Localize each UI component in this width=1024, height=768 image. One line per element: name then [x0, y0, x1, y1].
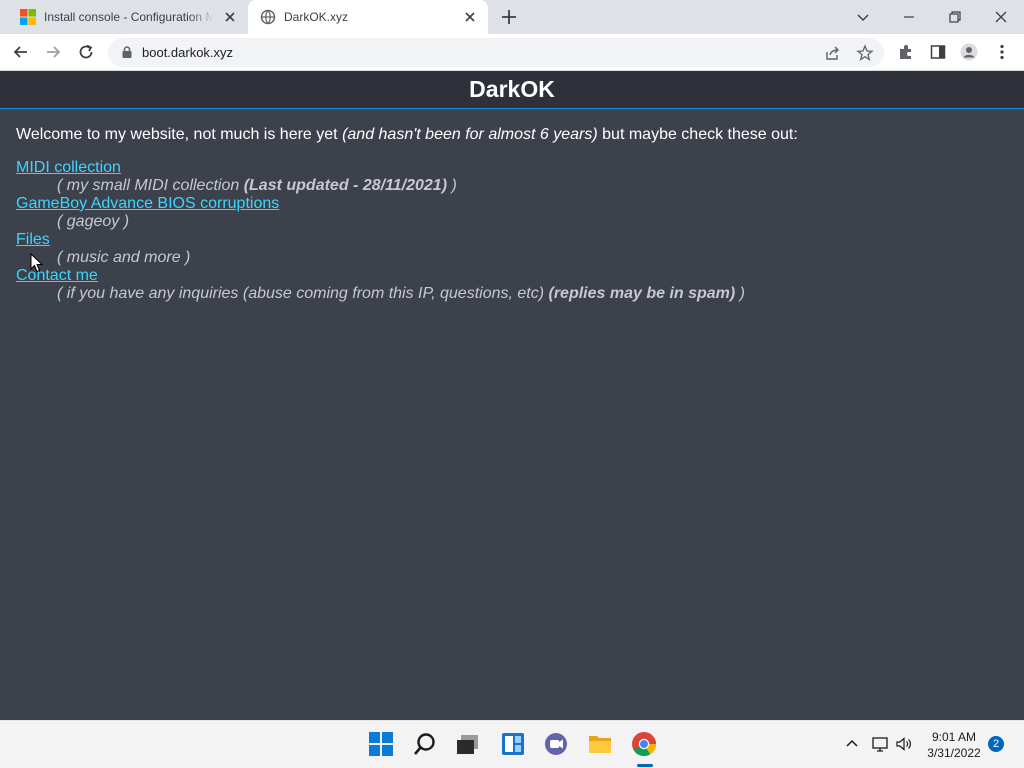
desc-bold: (Last updated - 28/11/2021): [243, 177, 448, 194]
tab-title: Install console - Configuration M: [44, 10, 214, 24]
file-explorer-icon[interactable]: [587, 731, 613, 757]
mouse-cursor-icon: [30, 253, 44, 273]
menu-kebab-icon[interactable]: [993, 43, 1011, 61]
link-description: ( my small MIDI collection (Last updated…: [57, 177, 457, 195]
desc-text: ( gageoy ): [57, 213, 130, 230]
web-page: DarkOK Welcome to my website, not much i…: [0, 71, 1024, 720]
notification-badge[interactable]: 2: [988, 736, 1004, 752]
star-icon[interactable]: [856, 44, 874, 62]
new-tab-icon[interactable]: [500, 8, 518, 26]
link-description: ( music and more ): [57, 249, 190, 267]
intro-before: Welcome to my website, not much is here …: [16, 126, 343, 143]
tab-search-chevron-icon[interactable]: [854, 8, 872, 26]
files-link[interactable]: Files: [16, 231, 50, 249]
desc-text: ): [735, 285, 746, 302]
volume-icon[interactable]: [895, 735, 913, 753]
taskbar: 9:01 AM 3/31/2022: [0, 720, 1024, 768]
forward-icon[interactable]: [44, 43, 62, 61]
share-icon[interactable]: [824, 44, 842, 62]
active-app-indicator: [637, 764, 653, 767]
profile-avatar-icon[interactable]: [960, 43, 978, 61]
address-bar[interactable]: boot.darkok.xyz: [108, 38, 884, 67]
address-text: boot.darkok.xyz: [142, 45, 234, 60]
search-icon[interactable]: [412, 731, 438, 757]
tab-darkok[interactable]: DarkOK.xyz: [248, 0, 488, 34]
side-panel-icon[interactable]: [929, 43, 947, 61]
lock-icon[interactable]: [120, 45, 134, 59]
intro-italic: (and hasn't been for almost 6 years): [342, 126, 598, 143]
back-icon[interactable]: [12, 43, 30, 61]
clock-date: 3/31/2022: [927, 746, 981, 760]
close-icon[interactable]: [462, 9, 478, 25]
start-icon[interactable]: [368, 731, 394, 757]
close-icon[interactable]: [222, 9, 238, 25]
desc-text: ( my small MIDI collection: [57, 177, 244, 194]
reload-icon[interactable]: [77, 43, 95, 61]
midi-collection-link[interactable]: MIDI collection: [16, 159, 121, 177]
link-description: ( gageoy ): [57, 213, 129, 231]
widgets-icon[interactable]: [500, 731, 526, 757]
chrome-icon[interactable]: [631, 731, 657, 757]
site-title: DarkOK: [469, 76, 555, 102]
site-header: DarkOK: [0, 71, 1024, 109]
tab-install-console[interactable]: Install console - Configuration M: [8, 0, 248, 34]
intro-after: but maybe check these out:: [597, 126, 798, 143]
tab-title: DarkOK.xyz: [284, 10, 349, 24]
desc-text: ): [447, 177, 457, 194]
clock-time: 9:01 AM: [931, 730, 977, 744]
desc-text: ( if you have any inquiries (abuse comin…: [57, 285, 549, 302]
microsoft-logo-icon: [20, 9, 36, 25]
globe-icon: [260, 9, 276, 25]
network-icon[interactable]: [871, 735, 889, 753]
browser-toolbar: boot.darkok.xyz: [0, 34, 1024, 71]
chevron-up-icon[interactable]: [843, 735, 861, 753]
link-description: ( if you have any inquiries (abuse comin…: [57, 285, 745, 303]
chat-icon[interactable]: [543, 731, 569, 757]
extensions-icon[interactable]: [897, 43, 915, 61]
task-view-icon[interactable]: [455, 731, 481, 757]
restore-icon[interactable]: [946, 8, 964, 26]
desc-text: ( music and more ): [57, 249, 191, 266]
gba-bios-corruptions-link[interactable]: GameBoy Advance BIOS corruptions: [16, 195, 279, 213]
minimize-icon[interactable]: [900, 8, 918, 26]
window-close-icon[interactable]: [992, 8, 1010, 26]
clock[interactable]: 9:01 AM 3/31/2022: [920, 729, 988, 761]
desc-bold: (replies may be in spam): [548, 285, 736, 302]
tab-strip: Install console - Configuration M DarkOK…: [0, 0, 1024, 34]
intro-text: Welcome to my website, not much is here …: [16, 126, 798, 144]
contact-me-link[interactable]: Contact me: [16, 267, 98, 285]
